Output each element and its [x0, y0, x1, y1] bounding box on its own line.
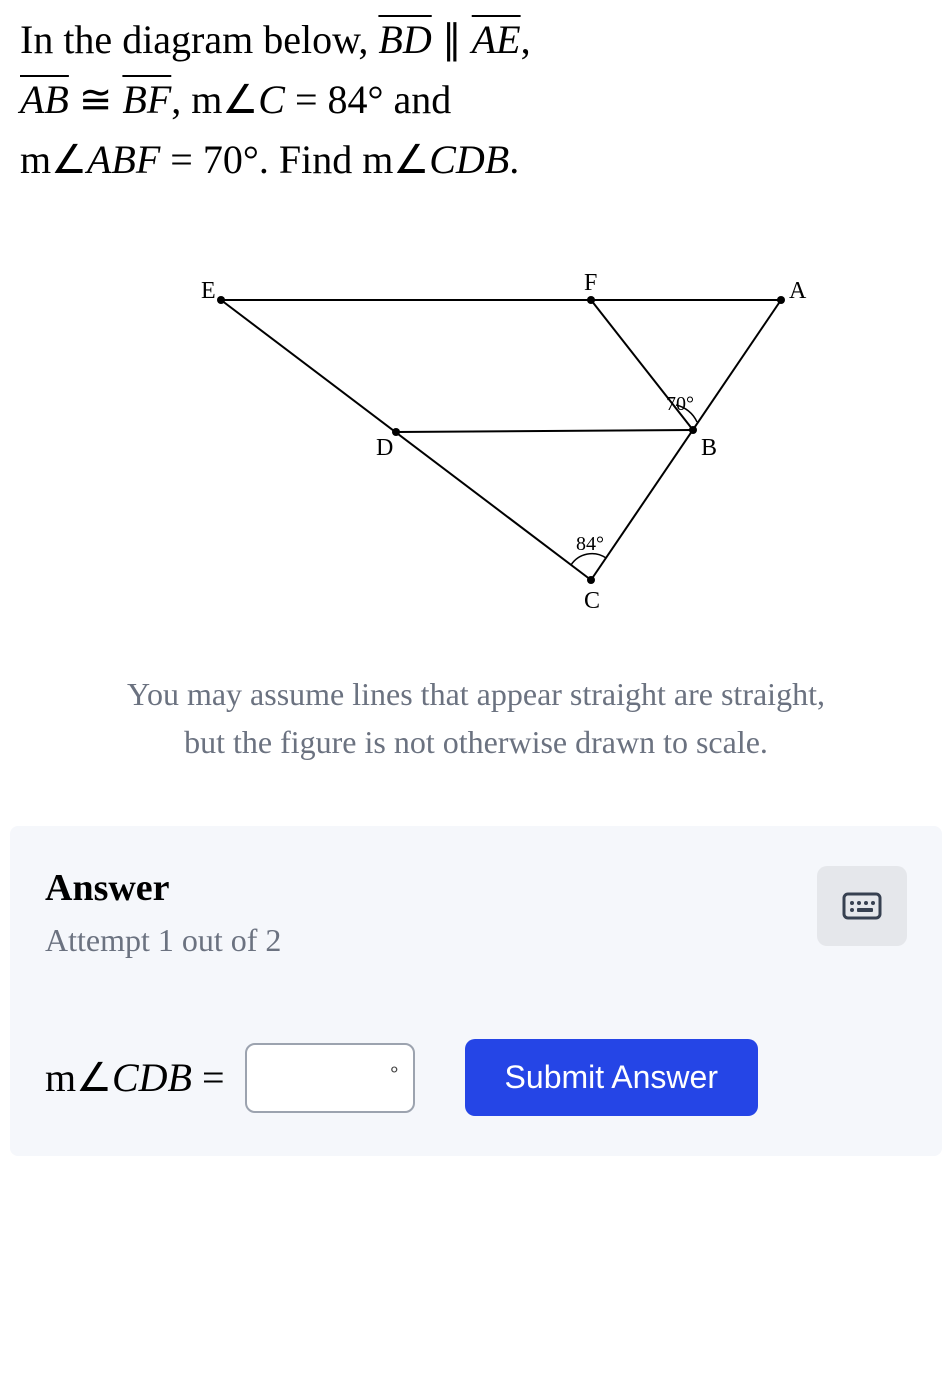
angle-abf-var: ABF	[87, 137, 160, 182]
comma: ,	[171, 77, 191, 122]
label-a: A	[789, 278, 807, 304]
segment-bf: BF	[122, 77, 171, 122]
congruent-symbol: ≅	[69, 77, 123, 122]
attempt-counter: Attempt 1 out of 2	[45, 922, 281, 959]
answer-input-row: m∠CDB = ∘ Submit Answer	[45, 1039, 907, 1116]
answer-title: Answer	[45, 866, 281, 910]
label-e: E	[201, 278, 216, 304]
answer-section: Answer Attempt 1 out of 2 m∠CDB = ∘ Subm…	[10, 826, 942, 1156]
geometry-diagram: E F A D B C 70° 84°	[101, 250, 851, 620]
keyboard-button[interactable]	[817, 866, 907, 946]
angle-c-var: C	[258, 77, 285, 122]
problem-statement: In the diagram below, BD ∥ AE, AB ≅ BF, …	[0, 0, 952, 210]
angle-abf-prefix: m∠	[20, 137, 87, 182]
figure-note: You may assume lines that appear straigh…	[0, 650, 952, 806]
segment-bd: BD	[378, 17, 431, 62]
note-line2: but the figure is not otherwise drawn to…	[184, 724, 768, 760]
label-d: D	[376, 435, 393, 461]
label-c: C	[584, 588, 600, 614]
angle-abf-value: = 70°. Find m∠	[160, 137, 429, 182]
comma: ,	[521, 17, 531, 62]
label-b: B	[701, 435, 717, 461]
keyboard-icon	[842, 892, 882, 920]
segment-ab: AB	[20, 77, 69, 122]
submit-button[interactable]: Submit Answer	[465, 1039, 758, 1116]
angle-84-label: 84°	[576, 533, 604, 555]
degree-symbol: ∘	[388, 1057, 401, 1082]
answer-label: m∠CDB =	[45, 1054, 225, 1101]
label-f: F	[584, 270, 597, 296]
diagram-container: E F A D B C 70° 84°	[0, 210, 952, 650]
segment-ae: AE	[472, 17, 521, 62]
angle-cdb-var: CDB	[429, 137, 509, 182]
parallel-symbol: ∥	[432, 17, 472, 62]
note-line1: You may assume lines that appear straigh…	[127, 676, 825, 712]
input-wrapper: ∘	[245, 1043, 415, 1113]
angle-c-prefix: m∠	[191, 77, 258, 122]
angle-c-value: = 84° and	[285, 77, 451, 122]
text-intro: In the diagram below,	[20, 17, 378, 62]
period: .	[509, 137, 519, 182]
